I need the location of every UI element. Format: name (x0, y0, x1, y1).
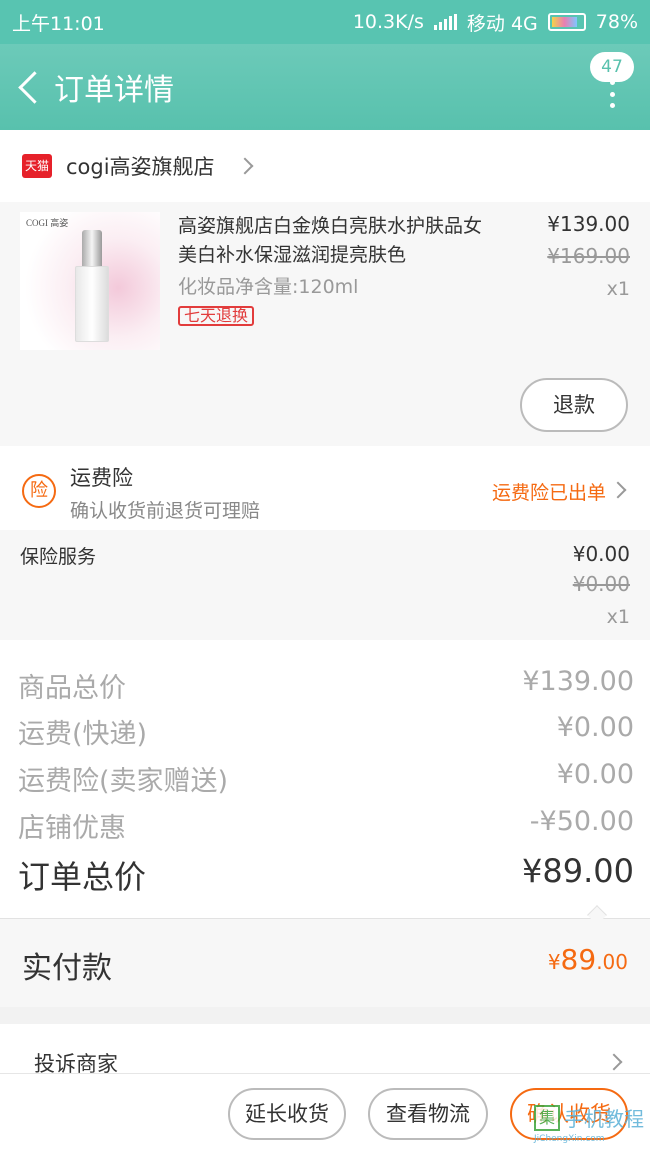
amount-paid-value: ¥89.00 (548, 943, 628, 976)
battery-percent: 78% (595, 11, 638, 33)
complain-seller-row[interactable]: 投诉商家 (0, 1024, 650, 1076)
summary-value: ¥0.00 (556, 759, 634, 790)
nav-bar: 订单详情 47 (0, 44, 650, 130)
summary-row: 商品总价 ¥139.00 (18, 666, 634, 705)
summary-row: 运费险(卖家赠送) ¥0.00 (18, 759, 634, 798)
bottle-graphic (75, 230, 109, 342)
summary-value: -¥50.00 (529, 806, 634, 837)
summary-row: 店铺优惠 -¥50.00 (18, 806, 634, 845)
product-price: ¥139.00 (547, 212, 630, 236)
summary-label: 运费险(卖家赠送) (18, 766, 229, 797)
currency-symbol: ¥ (547, 950, 561, 974)
watermark-logo: 集 手机教程 JiChengXin.com (534, 1103, 646, 1151)
more-icon[interactable] (608, 80, 616, 108)
view-logistics-button[interactable]: 查看物流 (368, 1088, 488, 1140)
bottom-action-bar: 延长收货 查看物流 确认收货 集 手机教程 JiChengXin.com (0, 1074, 650, 1155)
summary-value: ¥139.00 (522, 666, 634, 697)
product-title: 高姿旗舰店白金焕白亮肤水护肤品女 美白补水保湿滋润提亮肤色 (178, 215, 483, 266)
insurance-service-item: 保险服务 ¥0.00 ¥0.00 x1 (0, 530, 650, 640)
shop-row[interactable]: 天猫 cogi高姿旗舰店 (0, 130, 650, 202)
summary-label: 商品总价 (18, 673, 126, 704)
amount-decimal: .00 (596, 950, 628, 974)
service-name: 保险服务 (20, 546, 97, 568)
price-summary: 商品总价 ¥139.00 运费(快递) ¥0.00 运费险(卖家赠送) ¥0.0… (0, 640, 650, 920)
insurance-status: 运费险已出单 (491, 482, 606, 504)
message-badge[interactable]: 47 (590, 52, 634, 82)
product-quantity: x1 (606, 278, 630, 300)
amount-integer: 89 (560, 943, 597, 976)
shop-name: cogi高姿旗舰店 (66, 155, 215, 179)
watermark-url: JiChengXin.com (534, 1134, 605, 1144)
carrier-label: 移动 4G (466, 12, 538, 35)
back-icon[interactable] (8, 44, 52, 130)
page-title: 订单详情 (54, 73, 174, 108)
service-original-price: ¥0.00 (572, 572, 630, 596)
watermark-text: 手机教程 (564, 1107, 644, 1131)
status-time: 上午11:01 (12, 12, 105, 35)
chevron-right-icon (605, 1053, 623, 1071)
product-spec: 化妆品净含量:120ml (178, 276, 359, 298)
service-price: ¥0.00 (572, 542, 630, 566)
insurance-title: 运费险 (70, 466, 133, 490)
battery-icon (547, 13, 586, 31)
complain-seller-label: 投诉商家 (34, 1052, 118, 1076)
status-bar: 上午11:01 10.3K/s 移动 4G 78% (0, 0, 650, 44)
order-total-row: 订单总价 ¥89.00 (18, 852, 634, 898)
signal-icon (433, 14, 457, 30)
order-total-value: ¥89.00 (522, 852, 634, 890)
network-speed: 10.3K/s (352, 11, 424, 33)
summary-value: ¥0.00 (556, 712, 634, 743)
summary-label: 运费(快递) (18, 719, 148, 750)
refund-button[interactable]: 退款 (520, 378, 628, 432)
chevron-right-icon (609, 481, 627, 499)
return-policy-badge: 七天退换 (178, 306, 255, 326)
product-item[interactable]: COGI 高姿 高姿旗舰店白金焕白亮肤水护肤品女 美白补水保湿滋润提亮肤色 化妆… (0, 202, 650, 446)
watermark-icon: 集 (534, 1104, 560, 1131)
extend-receipt-button[interactable]: 延长收货 (228, 1088, 346, 1140)
product-image-brand: COGI 高姿 (26, 218, 69, 228)
insurance-subtitle: 确认收货前退货可理赔 (70, 500, 261, 522)
chevron-right-icon (236, 157, 254, 175)
shipping-insurance-row[interactable]: 险 运费险 确认收货前退货可理赔 运费险已出单 (0, 446, 650, 530)
service-quantity: x1 (606, 606, 630, 628)
product-image: COGI 高姿 (20, 212, 160, 350)
insurance-icon: 险 (22, 474, 56, 508)
amount-paid-row: 实付款 ¥89.00 (0, 919, 650, 1007)
summary-row: 运费(快递) ¥0.00 (18, 712, 634, 751)
amount-paid-label: 实付款 (22, 951, 112, 986)
tmall-icon: 天猫 (22, 154, 52, 178)
summary-label: 店铺优惠 (18, 813, 126, 844)
product-original-price: ¥169.00 (547, 244, 630, 268)
order-total-label: 订单总价 (18, 858, 147, 896)
